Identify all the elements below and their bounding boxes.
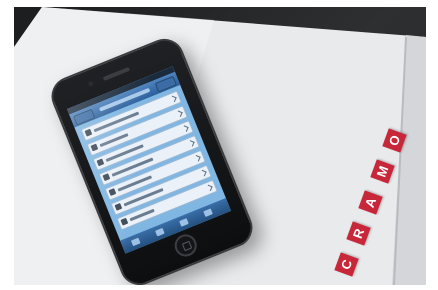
row-icon <box>102 173 111 182</box>
chevron-right-icon <box>176 110 183 117</box>
logo-letter-m: M <box>370 159 395 184</box>
row-text <box>129 208 155 222</box>
chevron-right-icon <box>188 140 195 147</box>
chevron-right-icon <box>194 154 201 162</box>
logo-letter-a: A <box>358 190 383 215</box>
home-button-icon <box>171 231 201 260</box>
chevron-right-icon <box>200 169 207 177</box>
row-icon <box>108 188 117 196</box>
photo: C R A M O <box>14 7 426 285</box>
earpiece-speaker <box>102 66 131 82</box>
front-camera-icon <box>87 80 94 88</box>
toolbar-icon <box>155 227 165 237</box>
row-icon <box>96 158 105 167</box>
home-square <box>181 240 193 252</box>
logo-letter-o: O <box>382 128 407 153</box>
toolbar-icon <box>130 237 141 247</box>
row-icon <box>114 202 123 211</box>
row-icon <box>90 143 99 152</box>
row-icon <box>120 217 129 226</box>
chevron-right-icon <box>170 95 177 103</box>
toolbar-icon <box>203 208 213 217</box>
toolbar-icon <box>179 218 189 227</box>
cramo-logo: C R A M O <box>334 119 416 279</box>
row-icon <box>84 128 93 137</box>
chevron-right-icon <box>182 125 189 132</box>
logo-letter-r: R <box>346 221 371 246</box>
chevron-right-icon <box>206 184 213 192</box>
logo-letter-c: C <box>334 252 359 277</box>
